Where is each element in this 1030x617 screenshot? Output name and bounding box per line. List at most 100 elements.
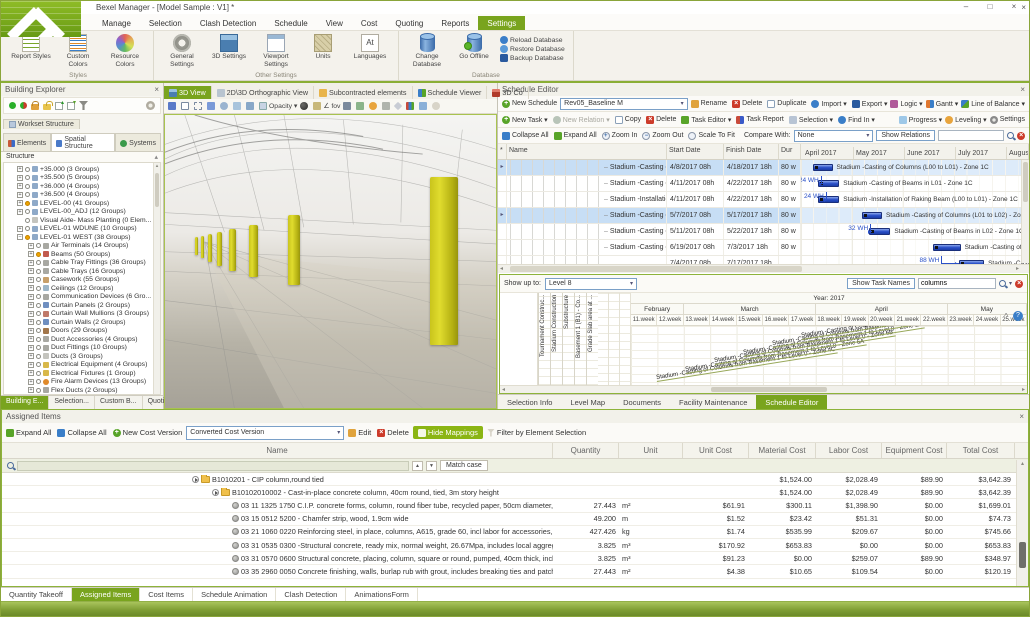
toolbar-button[interactable]: Copy <box>615 116 641 124</box>
schedule-select[interactable]: Rev05_Baseline M ▾ <box>560 98 687 110</box>
toolbar-button[interactable]: Duplicate <box>767 100 806 108</box>
assigned-row[interactable]: B10102010002 - Cast-in-place concrete co… <box>2 486 1028 499</box>
viewport-tab[interactable]: 3D Co <box>487 86 528 99</box>
explorer-tab[interactable]: Spatial Structure <box>51 133 115 151</box>
tree-item[interactable]: + Flex Ducts (2 Groups) <box>4 386 152 395</box>
toolbar-button[interactable]: New Relation ▾ <box>553 116 610 124</box>
viewport-tool-button[interactable] <box>181 102 191 110</box>
viewport-tool-button[interactable] <box>220 102 230 110</box>
visibility-radio-icon[interactable] <box>25 184 30 189</box>
close-icon[interactable]: × <box>154 85 159 94</box>
visibility-radio-icon[interactable] <box>25 192 30 197</box>
close-icon[interactable]: × <box>1021 3 1026 12</box>
visibility-radio-icon[interactable] <box>36 345 41 350</box>
ribbon-button[interactable]: Languages <box>350 34 390 69</box>
tree-item[interactable]: + +35.500 (5 Groups) <box>4 174 152 183</box>
visibility-radio-icon[interactable] <box>25 226 30 231</box>
toolbar-button[interactable]: Progress ▾ <box>899 116 942 124</box>
match-case-button[interactable]: Match case <box>440 460 488 471</box>
toolbar-button[interactable]: New Task ▾ <box>502 116 548 124</box>
visibility-radio-icon[interactable] <box>36 388 41 393</box>
toolbar-button[interactable]: Collapse All <box>502 132 549 140</box>
visibility-radio-icon[interactable] <box>36 260 41 265</box>
visibility-radio-icon[interactable] <box>36 277 41 282</box>
schedule-bottom-tab[interactable]: Documents <box>614 395 670 409</box>
toolbar-button[interactable]: Selection ▾ <box>789 116 833 124</box>
visibility-radio-icon[interactable] <box>36 311 41 316</box>
gantt-chart-cell[interactable]: Stadium -Casting of Columns (L01 to L02)… <box>801 208 1029 223</box>
compare-with-select[interactable]: None ▾ <box>794 130 874 142</box>
explorer-bottom-tab[interactable]: Building E... <box>1 396 49 409</box>
bottom-dock-tab[interactable]: Quantity Takeoff <box>1 588 72 601</box>
lob-horizontal-scrollbar[interactable]: ◂ ▸ <box>500 385 1027 393</box>
expander-icon[interactable]: + <box>28 328 34 334</box>
menu-tab[interactable]: Cost <box>352 16 386 30</box>
visibility-radio-icon[interactable] <box>25 218 30 223</box>
expander-icon[interactable]: + <box>28 311 34 317</box>
search-down-button[interactable]: ▼ <box>426 461 437 471</box>
column-header-labor-cost[interactable]: Labor Cost <box>816 443 882 458</box>
assigned-row[interactable]: 03 35 2960 0050 Concrete finishing, wall… <box>2 565 1028 578</box>
filter-icon[interactable] <box>79 101 88 110</box>
gantt-row[interactable]: 7/4/2017 08h 7/17/2017 18h Stadium -Cast… <box>498 256 1029 264</box>
explorer-tab[interactable]: Elements <box>3 133 51 151</box>
visibility-radio-icon[interactable] <box>36 320 41 325</box>
column-header-name[interactable]: Name <box>507 144 667 159</box>
tree-item[interactable]: + LEVEL-01 WDUNE (10 Groups) <box>4 225 152 234</box>
tree-item[interactable]: + Duct Accessories (4 Groups) <box>4 335 152 344</box>
expander-icon[interactable]: + <box>28 243 34 249</box>
isolate-icon[interactable] <box>20 102 27 109</box>
toolbar-button[interactable]: Delete <box>732 100 762 108</box>
viewport-tool-button[interactable] <box>194 102 204 110</box>
toolbar-button[interactable]: New Schedule <box>502 100 557 108</box>
filter-by-element-button[interactable]: Filter by Element Selection <box>487 428 586 437</box>
gantt-search-input[interactable] <box>938 130 1004 141</box>
menu-tab[interactable]: Settings <box>478 16 525 30</box>
tree-item[interactable]: + Air Terminals (14 Groups) <box>4 242 152 251</box>
tree-item[interactable]: + Cable Trays (16 Groups) <box>4 267 152 276</box>
tree-item[interactable]: + Duct Fittings (10 Groups) <box>4 344 152 353</box>
lob-search-input[interactable] <box>918 278 996 289</box>
gantt-chart-cell[interactable]: Stadium -Casting of Columns (L00 to L01)… <box>801 160 1029 175</box>
expander-icon[interactable]: + <box>17 226 23 232</box>
column-header-finish[interactable]: Finish Date <box>724 144 779 159</box>
viewport-tab[interactable]: 2D\3D Orthographic View <box>212 86 314 99</box>
viewport-tool-button[interactable] <box>207 102 217 110</box>
cost-version-select[interactable]: Converted Cost Version ▾ <box>186 426 344 440</box>
expander-icon[interactable]: + <box>17 175 23 181</box>
viewport-tool-button[interactable] <box>343 102 353 110</box>
gantt-chart-cell[interactable]: Stadium -Installation of Raking Beam (L0… <box>801 192 1029 207</box>
tree-item[interactable]: + Ceilings (12 Groups) <box>4 284 152 293</box>
visibility-radio-icon[interactable] <box>25 167 30 172</box>
toolbar-button[interactable]: Zoom Out <box>642 132 683 140</box>
row-expander-icon[interactable] <box>212 489 219 496</box>
toolbar-button[interactable]: Collapse All <box>57 428 106 437</box>
bottom-dock-tab[interactable]: Clash Detection <box>276 588 346 601</box>
gantt-row[interactable]: Stadium -Installation... 4/11/2017 08h 4… <box>498 192 1029 208</box>
column-header-start[interactable]: Start Date <box>667 144 724 159</box>
explorer-bottom-tab[interactable]: Selection... <box>49 396 95 409</box>
tree-item[interactable]: + Casework (55 Groups) <box>4 276 152 285</box>
gear-icon[interactable] <box>146 101 155 110</box>
viewport-tab[interactable]: Schedule Viewer <box>413 86 488 99</box>
tree-item[interactable]: + LEVEL-00 (41 Groups) <box>4 199 152 208</box>
visibility-radio-icon[interactable] <box>36 362 41 367</box>
hide-mappings-button[interactable]: Hide Mappings <box>413 426 483 439</box>
menu-tab[interactable]: Clash Detection <box>191 16 265 30</box>
viewport-tool-button[interactable] <box>233 102 243 110</box>
visibility-radio-icon[interactable] <box>36 328 41 333</box>
gantt-bar[interactable] <box>813 164 833 171</box>
collapse-ribbon-icon[interactable]: ^ <box>1004 312 1008 321</box>
ribbon-button[interactable]: Report Styles <box>11 34 51 69</box>
show-all-icon[interactable] <box>9 102 16 109</box>
visibility-radio-icon[interactable] <box>25 175 30 180</box>
toolbar-button[interactable]: Delete <box>646 116 676 124</box>
menu-tab[interactable]: Manage <box>93 16 140 30</box>
maximize-button[interactable]: □ <box>979 1 1001 12</box>
assigned-row[interactable]: B1010201 - CIP column,round tied $1,524.… <box>2 473 1028 486</box>
ribbon-button[interactable]: Go Offline <box>454 34 494 69</box>
visibility-radio-icon[interactable] <box>36 371 41 376</box>
visibility-radio-icon[interactable] <box>36 379 41 384</box>
expander-icon[interactable]: + <box>28 345 34 351</box>
visibility-radio-icon[interactable] <box>25 209 30 214</box>
